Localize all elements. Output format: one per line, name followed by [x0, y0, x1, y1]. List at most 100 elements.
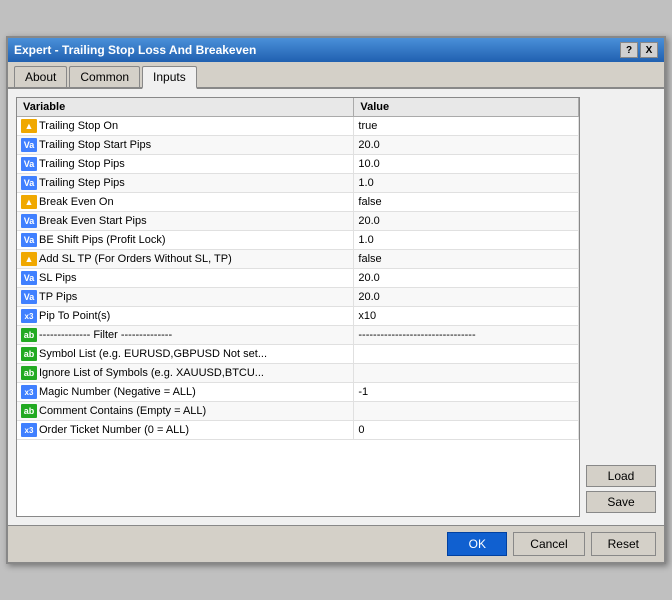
table-row[interactable]: ▲Trailing Stop Ontrue: [17, 117, 579, 136]
value-cell: 20.0: [354, 212, 579, 231]
col-variable-header: Variable: [17, 98, 354, 117]
variable-name: TP Pips: [39, 291, 77, 303]
table-row[interactable]: VaSL Pips20.0: [17, 269, 579, 288]
variable-cell: x3Pip To Point(s): [17, 307, 354, 326]
variable-cell: x3Magic Number (Negative = ALL): [17, 383, 354, 402]
tab-inputs[interactable]: Inputs: [142, 66, 197, 89]
table-row[interactable]: abIgnore List of Symbols (e.g. XAUUSD,BT…: [17, 364, 579, 383]
variable-name: -------------- Filter --------------: [39, 329, 172, 341]
tab-about[interactable]: About: [14, 66, 67, 87]
main-area: Variable Value ▲Trailing Stop OntrueVaTr…: [16, 97, 656, 517]
variable-name: Symbol List (e.g. EURUSD,GBPUSD Not set.…: [39, 348, 267, 360]
value-cell: 0: [354, 421, 579, 440]
action-buttons: Load Save: [586, 97, 656, 517]
type-icon: ab: [21, 347, 37, 361]
type-icon: ab: [21, 328, 37, 342]
type-icon: Va: [21, 138, 37, 152]
type-icon: Va: [21, 157, 37, 171]
value-cell: false: [354, 193, 579, 212]
value-cell: [354, 345, 579, 364]
type-icon: ▲: [21, 119, 37, 133]
table-row[interactable]: ▲Add SL TP (For Orders Without SL, TP)fa…: [17, 250, 579, 269]
table-row[interactable]: VaTP Pips20.0: [17, 288, 579, 307]
type-icon: Va: [21, 233, 37, 247]
col-value-header: Value: [354, 98, 579, 117]
variable-name: Add SL TP (For Orders Without SL, TP): [39, 253, 232, 265]
tab-common[interactable]: Common: [69, 66, 140, 87]
value-cell: [354, 364, 579, 383]
table-row[interactable]: x3Pip To Point(s)x10: [17, 307, 579, 326]
variable-cell: abIgnore List of Symbols (e.g. XAUUSD,BT…: [17, 364, 354, 383]
variable-name: Trailing Step Pips: [39, 177, 125, 189]
variable-name: BE Shift Pips (Profit Lock): [39, 234, 166, 246]
value-cell: true: [354, 117, 579, 136]
table-row[interactable]: VaTrailing Step Pips1.0: [17, 174, 579, 193]
value-cell: [354, 402, 579, 421]
variable-cell: ▲Add SL TP (For Orders Without SL, TP): [17, 250, 354, 269]
variable-name: Ignore List of Symbols (e.g. XAUUSD,BTCU…: [39, 367, 264, 379]
table-row[interactable]: VaTrailing Stop Pips10.0: [17, 155, 579, 174]
variable-cell: ab-------------- Filter --------------: [17, 326, 354, 345]
tab-bar: About Common Inputs: [8, 62, 664, 89]
type-icon: Va: [21, 176, 37, 190]
type-icon: x3: [21, 423, 37, 437]
variable-name: Pip To Point(s): [39, 310, 110, 322]
table-row[interactable]: VaBreak Even Start Pips20.0: [17, 212, 579, 231]
variable-cell: ▲Trailing Stop On: [17, 117, 354, 136]
table-row[interactable]: ab-------------- Filter ----------------…: [17, 326, 579, 345]
value-cell: 20.0: [354, 288, 579, 307]
close-button[interactable]: X: [640, 42, 658, 58]
variable-cell: VaTrailing Stop Pips: [17, 155, 354, 174]
variable-cell: abComment Contains (Empty = ALL): [17, 402, 354, 421]
value-cell: false: [354, 250, 579, 269]
bottom-bar: OK Cancel Reset: [8, 525, 664, 562]
variable-name: Break Even Start Pips: [39, 215, 147, 227]
table-area: Variable Value ▲Trailing Stop OntrueVaTr…: [16, 97, 580, 517]
help-button[interactable]: ?: [620, 42, 638, 58]
ok-button[interactable]: OK: [447, 532, 507, 556]
cancel-button[interactable]: Cancel: [513, 532, 584, 556]
variable-cell: VaBreak Even Start Pips: [17, 212, 354, 231]
table-row[interactable]: ▲Break Even Onfalse: [17, 193, 579, 212]
variable-cell: abSymbol List (e.g. EURUSD,GBPUSD Not se…: [17, 345, 354, 364]
variable-name: Comment Contains (Empty = ALL): [39, 405, 206, 417]
title-buttons: ? X: [620, 42, 658, 58]
table-row[interactable]: VaTrailing Stop Start Pips20.0: [17, 136, 579, 155]
table-row[interactable]: x3Magic Number (Negative = ALL)-1: [17, 383, 579, 402]
variable-name: Order Ticket Number (0 = ALL): [39, 424, 189, 436]
variable-name: SL Pips: [39, 272, 77, 284]
table-row[interactable]: VaBE Shift Pips (Profit Lock) 1.0: [17, 231, 579, 250]
type-icon: ab: [21, 366, 37, 380]
type-icon: Va: [21, 214, 37, 228]
variable-cell: VaSL Pips: [17, 269, 354, 288]
value-cell: x10: [354, 307, 579, 326]
variable-name: Trailing Stop Pips: [39, 158, 125, 170]
value-cell: 1.0: [354, 231, 579, 250]
load-button[interactable]: Load: [586, 465, 656, 487]
table-row[interactable]: abSymbol List (e.g. EURUSD,GBPUSD Not se…: [17, 345, 579, 364]
table-row[interactable]: abComment Contains (Empty = ALL): [17, 402, 579, 421]
table-row[interactable]: x3Order Ticket Number (0 = ALL) 0: [17, 421, 579, 440]
window-title: Expert - Trailing Stop Loss And Breakeve…: [14, 43, 256, 57]
value-cell: 20.0: [354, 269, 579, 288]
type-icon: ▲: [21, 252, 37, 266]
variable-name: Break Even On: [39, 196, 114, 208]
variable-name: Magic Number (Negative = ALL): [39, 386, 196, 398]
variable-cell: VaTP Pips: [17, 288, 354, 307]
type-icon: ab: [21, 404, 37, 418]
save-button[interactable]: Save: [586, 491, 656, 513]
value-cell: --------------------------------: [354, 326, 579, 345]
variable-cell: VaTrailing Stop Start Pips: [17, 136, 354, 155]
type-icon: Va: [21, 271, 37, 285]
reset-button[interactable]: Reset: [591, 532, 656, 556]
variable-cell: ▲Break Even On: [17, 193, 354, 212]
value-cell: 10.0: [354, 155, 579, 174]
variable-name: Trailing Stop On: [39, 120, 118, 132]
title-bar: Expert - Trailing Stop Loss And Breakeve…: [8, 38, 664, 62]
variable-cell: VaTrailing Step Pips: [17, 174, 354, 193]
content-area: Variable Value ▲Trailing Stop OntrueVaTr…: [8, 89, 664, 525]
inputs-table-container: Variable Value ▲Trailing Stop OntrueVaTr…: [16, 97, 580, 517]
type-icon: ▲: [21, 195, 37, 209]
type-icon: x3: [21, 309, 37, 323]
variable-name: Trailing Stop Start Pips: [39, 139, 151, 151]
